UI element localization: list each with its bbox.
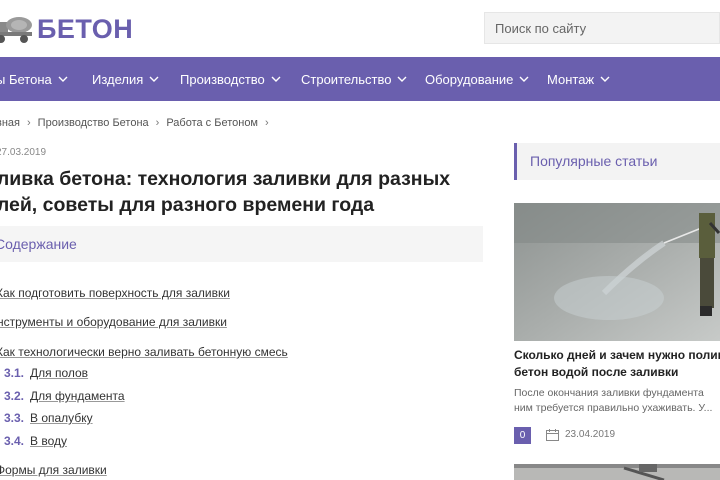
chevron-down-icon xyxy=(271,76,281,82)
logo-text: БЕТОН xyxy=(37,13,134,44)
calendar-icon xyxy=(546,429,559,441)
next-article-thumbnail[interactable] xyxy=(514,464,720,480)
popular-article-title[interactable]: Сколько дней и зачем нужно полив бетон в… xyxy=(514,347,720,381)
popular-article-excerpt: После окончания заливки фундамента ним т… xyxy=(514,386,720,416)
nav-item-label: ы Бетона xyxy=(0,71,52,87)
breadcrumb-separator: › xyxy=(27,117,31,129)
concrete-mixer-icon xyxy=(0,17,32,43)
toc-header[interactable]: Содержание xyxy=(0,226,483,262)
toc-item[interactable]: Как подготовить поверхность для заливки xyxy=(0,286,230,300)
site-header: БЕТОН xyxy=(0,0,720,57)
search-input[interactable] xyxy=(485,13,720,43)
breadcrumb-production[interactable]: Производство Бетона xyxy=(38,117,149,129)
breadcrumb: вная › Производство Бетона › Работа с Бе… xyxy=(0,117,276,129)
article-title-line: Сколько дней и зачем нужно полив xyxy=(514,348,720,362)
nav-item-production[interactable]: Производство xyxy=(180,57,281,101)
chevron-down-icon xyxy=(600,76,610,82)
article-title-line: бетон водой после заливки xyxy=(514,365,679,379)
breadcrumb-separator: › xyxy=(155,117,160,129)
nav-item-concrete-types[interactable]: ы Бетона xyxy=(0,57,68,101)
popular-articles-title: Популярные статьи xyxy=(530,153,658,169)
page-title-line: аливка бетона: технология заливки для ра… xyxy=(0,168,451,190)
breadcrumb-home[interactable]: вная xyxy=(0,117,20,129)
concrete-watering-image xyxy=(514,203,720,341)
comment-count-badge[interactable]: 0 xyxy=(514,427,531,444)
search-box xyxy=(484,12,720,44)
nav-item-equipment[interactable]: Оборудование xyxy=(425,57,529,101)
page-title: аливка бетона: технология заливки для ра… xyxy=(0,166,486,218)
article-thumbnail[interactable] xyxy=(514,203,720,341)
toc-item[interactable]: Формы для заливки xyxy=(0,463,107,477)
site-logo[interactable]: БЕТОН xyxy=(0,12,133,46)
toc-subitem-number: 3.1. xyxy=(4,366,25,380)
article-date: 27.03.2019 xyxy=(0,147,47,158)
nav-item-installation[interactable]: Монтаж xyxy=(547,57,610,101)
toc-item[interactable]: Как технологически верно заливать бетонн… xyxy=(0,345,288,359)
toc-subitem[interactable]: В воду xyxy=(30,434,67,448)
chevron-down-icon xyxy=(149,76,159,82)
toc-subitem-number: 3.4. xyxy=(4,434,25,448)
popular-articles-heading: Популярные статьи xyxy=(514,143,720,180)
nav-item-label: Оборудование xyxy=(425,71,514,87)
popular-article-date: 23.04.2019 xyxy=(565,429,616,440)
chevron-down-icon xyxy=(58,76,68,82)
toc-subitem[interactable]: Для полов xyxy=(30,366,88,380)
toc-title: Содержание xyxy=(0,236,77,252)
toc-subitem-number: 3.2. xyxy=(4,389,25,403)
chevron-down-icon xyxy=(519,76,529,82)
nav-item-label: Производство xyxy=(180,71,265,87)
nav-item-construction[interactable]: Строительство xyxy=(301,57,407,101)
toc-subitem[interactable]: В опалубку xyxy=(30,411,93,425)
page-title-line: елей, советы для разного времени года xyxy=(0,194,375,216)
nav-item-label: Изделия xyxy=(92,71,144,87)
nav-item-label: Строительство xyxy=(301,71,392,87)
toc-subitem[interactable]: Для фундамента xyxy=(30,389,125,403)
toc-subitem-number: 3.3. xyxy=(4,411,25,425)
toc-item[interactable]: нструменты и оборудование для заливки xyxy=(0,315,227,329)
breadcrumb-work-with-concrete[interactable]: Работа с Бетоном xyxy=(166,117,258,129)
main-nav: ы Бетона Изделия Производство Строительс… xyxy=(0,57,720,101)
excerpt-line: ним требуется правильно ухаживать. У... xyxy=(514,402,713,414)
chevron-down-icon xyxy=(397,76,407,82)
nav-item-label: Монтаж xyxy=(547,71,595,87)
nav-item-products[interactable]: Изделия xyxy=(92,57,159,101)
next-article-image xyxy=(514,464,720,480)
breadcrumb-separator: › xyxy=(265,117,269,129)
excerpt-line: После окончания заливки фундамента xyxy=(514,387,704,399)
